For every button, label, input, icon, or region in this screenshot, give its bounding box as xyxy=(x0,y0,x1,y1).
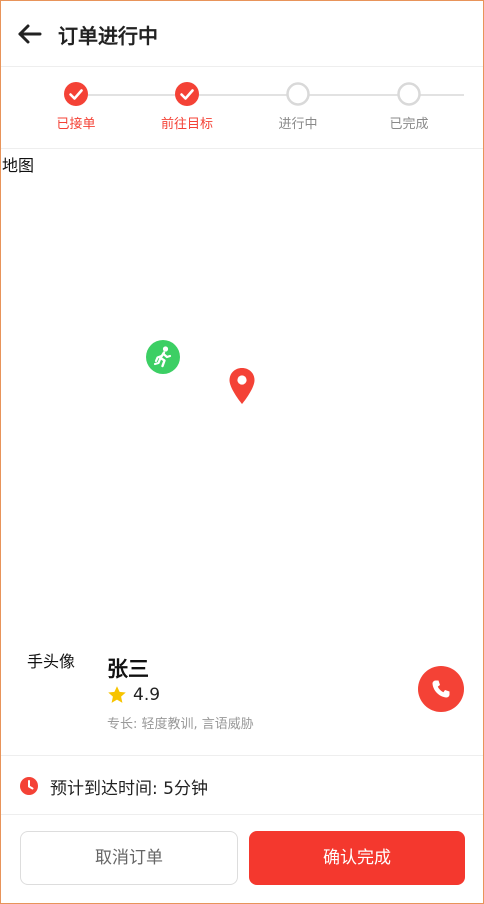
eta-bar: 预计到达时间: 5分钟 xyxy=(1,755,483,815)
step-label: 前往目标 xyxy=(160,117,213,132)
avatar: 手头像 xyxy=(27,652,76,671)
step-heading-to-target: 前往目标 xyxy=(142,82,232,132)
destination-marker[interactable] xyxy=(228,367,256,405)
rating-value: 4.9 xyxy=(133,685,161,705)
step-label: 已完成 xyxy=(389,117,429,132)
step-accepted: 已接单 xyxy=(31,82,121,132)
page-title: 订单进行中 xyxy=(58,24,158,48)
clock-icon xyxy=(20,777,38,795)
star-icon xyxy=(108,686,126,703)
phone-icon xyxy=(432,680,450,698)
call-button[interactable] xyxy=(418,666,464,712)
step-completed: 已完成 xyxy=(364,82,454,132)
step-in-progress: 进行中 xyxy=(253,82,343,132)
check-circle-icon xyxy=(175,82,199,106)
step-label: 已接单 xyxy=(56,117,96,132)
order-progress-stepper: 已接单 前往目标 进行中 已完成 xyxy=(1,67,483,149)
empty-circle-icon xyxy=(397,82,421,106)
confirm-complete-button[interactable]: 确认完成 xyxy=(249,831,465,885)
map-pin-icon xyxy=(229,368,255,404)
runner-location-marker[interactable] xyxy=(146,340,180,374)
map-placeholder-label: 地图 xyxy=(2,156,35,175)
step-label: 进行中 xyxy=(278,117,318,132)
cancel-order-button[interactable]: 取消订单 xyxy=(20,831,238,885)
driver-rating: 4.9 xyxy=(107,684,160,706)
empty-circle-icon xyxy=(286,82,310,106)
check-circle-icon xyxy=(64,82,88,106)
app-frame: 订单进行中 已接单 前往目标 进行中 已完成 地图 手头像 张三 4.9 专长:… xyxy=(0,0,484,904)
driver-specialty: 专长: 轻度教训, 言语威胁 xyxy=(107,717,254,732)
header: 订单进行中 xyxy=(1,1,483,67)
back-button[interactable] xyxy=(15,19,45,49)
driver-name: 张三 xyxy=(107,657,149,681)
map-view[interactable]: 地图 手头像 张三 4.9 专长: 轻度教训, 言语威胁 xyxy=(1,149,483,755)
arrow-left-icon xyxy=(18,24,42,44)
running-person-icon xyxy=(153,346,172,368)
eta-text: 预计到达时间: 5分钟 xyxy=(50,779,208,799)
